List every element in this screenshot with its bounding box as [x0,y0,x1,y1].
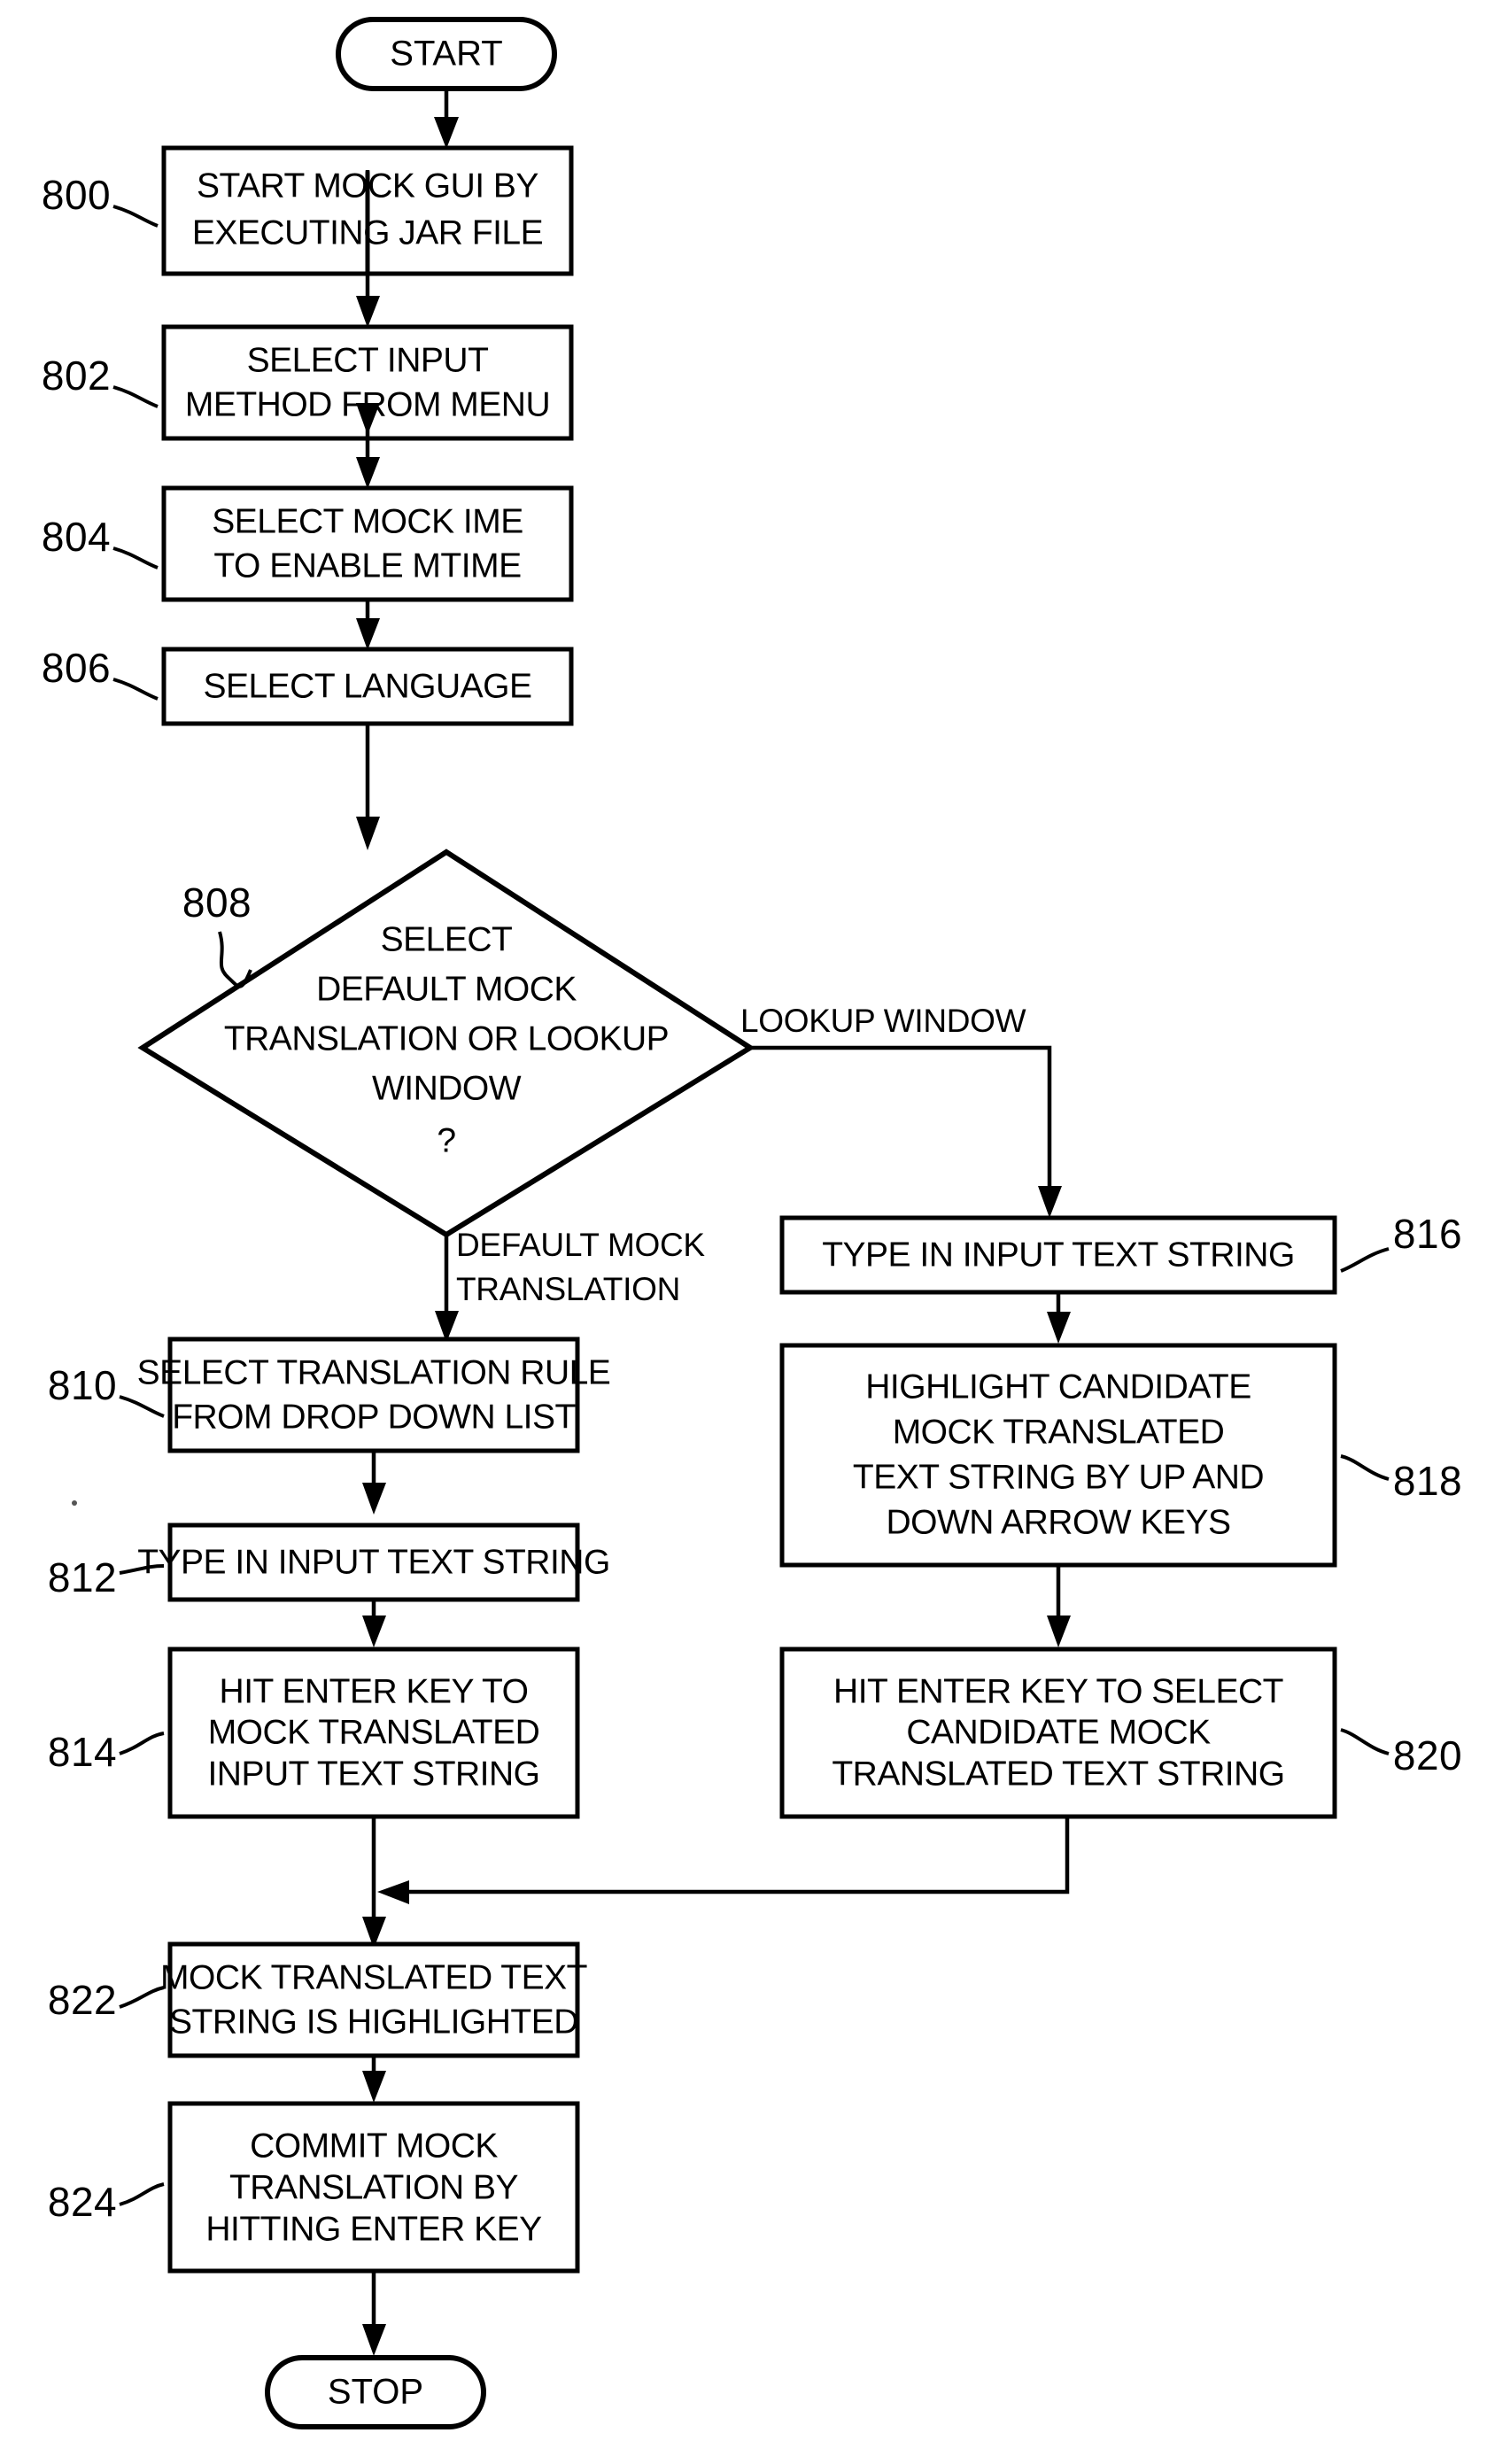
ref-number-822: 822 [48,1977,117,2023]
node-820-line-1: HIT ENTER KEY TO SELECT [833,1672,1283,1710]
edge-label-default-mock-translation-line2: TRANSLATION [456,1271,680,1307]
node-806: SELECT LANGUAGE 806 [42,645,574,726]
flowchart-canvas: START START MOCK GUI BY EXECUTING JAR FI… [42,17,1462,2429]
leader-line-802 [112,385,159,408]
node-814-line-1: HIT ENTER KEY TO [220,1672,529,1710]
node-824-line-2: TRANSLATION BY [229,2168,518,2206]
terminal-stop: STOP [265,2355,486,2429]
edge-label-default-mock-translation-line1: DEFAULT MOCK [456,1227,705,1263]
ref-number-804: 804 [42,514,111,560]
node-824: COMMIT MOCK TRANSLATION BY HITTING ENTER… [48,2101,580,2274]
edge-808-to-810: DEFAULT MOCK TRANSLATION [435,1227,706,1343]
leader-line-818 [1340,1454,1390,1481]
node-814: HIT ENTER KEY TO MOCK TRANSLATED INPUT T… [48,1647,580,1819]
node-804-line-1: SELECT MOCK IME [212,502,523,540]
node-820-line-3: TRANSLATED TEXT STRING [832,1755,1284,1793]
ref-number-802: 802 [42,353,111,399]
node-824-line-3: HITTING ENTER KEY [205,2210,542,2248]
leader-line-806 [112,678,159,701]
leader-line-816 [1340,1247,1390,1273]
node-818-line-4: DOWN ARROW KEYS [886,1503,1230,1541]
node-808-line-1: SELECT [381,920,513,958]
stop-label: STOP [328,2373,423,2412]
edge-806-808 [356,724,380,850]
scan-speck-left [72,1500,77,1506]
node-822-line-2: STRING IS HIGHLIGHTED [169,2003,578,2041]
node-812-line-1: TYPE IN INPUT TEXT STRING [137,1543,610,1581]
node-822-line-1: MOCK TRANSLATED TEXT [160,1958,587,1996]
edge-810-812 [362,1451,386,1515]
edge-814-to-822 [362,1817,386,1949]
leader-line-808 [218,931,252,988]
node-824-line-1: COMMIT MOCK [250,2127,498,2165]
arrow-802-804 [356,438,380,489]
node-808-line-2: DEFAULT MOCK [316,970,577,1008]
ref-number-818: 818 [1393,1458,1462,1504]
ref-number-800: 800 [42,172,111,218]
node-802: SELECT INPUT METHOD FROM MENU 802 [42,324,574,441]
edge-820-merge-to-822 [377,1817,1070,1904]
node-810: SELECT TRANSLATION RULE FROM DROP DOWN L… [48,1337,611,1453]
edge-812-814 [362,1600,386,1647]
connector-start-to-800 [434,89,459,149]
leader-line-822 [119,1986,165,2009]
ref-number-812: 812 [48,1554,117,1600]
node-820-line-2: CANDIDATE MOCK [906,1713,1211,1751]
node-810-line-2: FROM DROP DOWN LIST [172,1398,576,1436]
node-814-line-3: INPUT TEXT STRING [207,1755,539,1793]
node-814-line-2: MOCK TRANSLATED [208,1713,540,1751]
edge-808-to-816: LOOKUP WINDOW [740,1003,1062,1218]
ref-number-816: 816 [1393,1211,1462,1257]
edge-818-820 [1047,1565,1071,1647]
node-800: START MOCK GUI BY EXECUTING JAR FILE 800 [42,145,574,276]
leader-line-814 [119,1732,165,1755]
node-808-line-3: TRANSLATION OR LOOKUP [224,1019,669,1058]
node-820: HIT ENTER KEY TO SELECT CANDIDATE MOCK T… [779,1647,1462,1819]
terminal-start: START [336,17,557,91]
node-818: HIGHLIGHT CANDIDATE MOCK TRANSLATED TEXT… [779,1343,1462,1568]
ref-number-810: 810 [48,1362,117,1408]
node-818-line-3: TEXT STRING BY UP AND [853,1458,1264,1496]
ref-number-808: 808 [182,879,252,926]
ref-number-806: 806 [42,645,111,691]
node-816: TYPE IN INPUT TEXT STRING 816 [779,1211,1462,1295]
node-818-line-1: HIGHLIGHT CANDIDATE [865,1368,1251,1406]
leader-line-824 [119,2182,165,2206]
node-806-line-1: SELECT LANGUAGE [203,667,531,705]
node-816-line-1: TYPE IN INPUT TEXT STRING [822,1236,1295,1274]
edge-816-818 [1047,1292,1071,1344]
node-808-line-4: WINDOW [372,1069,522,1107]
edge-label-lookup-window: LOOKUP WINDOW [740,1003,1026,1039]
flowchart-figure: START START MOCK GUI BY EXECUTING JAR FI… [0,0,1487,2464]
edge-804-806 [356,600,380,650]
leader-line-820 [1340,1728,1390,1755]
node-802-line-1: SELECT INPUT [247,341,489,379]
ref-number-824: 824 [48,2179,117,2225]
leader-line-804 [112,546,159,570]
node-808: SELECT DEFAULT MOCK TRANSLATION OR LOOKU… [137,848,755,1238]
node-810-line-1: SELECT TRANSLATION RULE [137,1353,611,1391]
ref-number-820: 820 [1393,1732,1462,1778]
node-812: TYPE IN INPUT TEXT STRING 812 [48,1500,610,1602]
node-822: MOCK TRANSLATED TEXT STRING IS HIGHLIGHT… [48,1941,587,2058]
node-808-line-5: ? [437,1121,455,1159]
leader-line-810 [119,1395,165,1418]
edge-824-to-stop [362,2271,386,2356]
ref-number-814: 814 [48,1729,117,1775]
node-804: SELECT MOCK IME TO ENABLE MTIME 804 [42,485,574,602]
start-label: START [390,35,502,74]
leader-line-800 [112,205,159,228]
edge-822-824 [362,2056,386,2103]
node-818-line-2: MOCK TRANSLATED [893,1413,1225,1451]
node-804-line-2: TO ENABLE MTIME [213,546,521,585]
